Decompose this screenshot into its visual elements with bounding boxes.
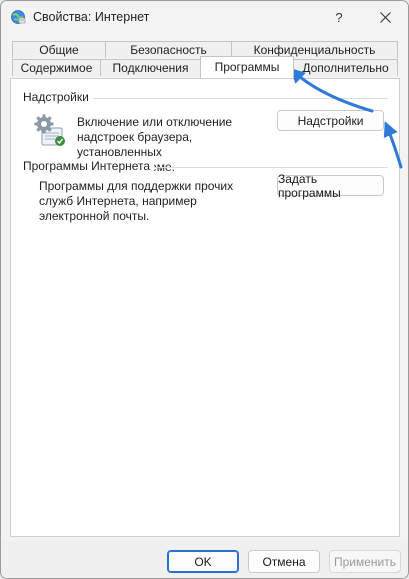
- tab-strip: Общие Безопасность Конфиденциальность Со…: [10, 41, 399, 81]
- addons-description-line: Включение или отключение: [77, 115, 233, 129]
- tab-content[interactable]: Содержимое: [12, 59, 101, 76]
- internet-programs-description-line: служб Интернета, например: [39, 194, 197, 208]
- programs-tab-panel: Надстройки Включение или отключение надс…: [10, 78, 400, 537]
- internet-programs-description-line: электронной почты.: [39, 209, 150, 223]
- tab-general[interactable]: Общие: [12, 41, 106, 58]
- internet-programs-description-line: Программы для поддержки прочих: [39, 179, 234, 193]
- gear-icon: [34, 114, 65, 146]
- title-bar[interactable]: Свойства: Интернет ?: [1, 1, 408, 34]
- dialog-footer: OK Отмена Применить: [1, 541, 408, 578]
- internet-programs-description: Программы для поддержки прочих служб Инт…: [39, 179, 269, 224]
- tab-programs[interactable]: Программы: [200, 56, 294, 78]
- internet-properties-window: Свойства: Интернет ? Общие Безопасность …: [0, 0, 409, 579]
- close-button[interactable]: [362, 1, 408, 34]
- addons-group-title: Надстройки: [23, 90, 93, 104]
- help-button[interactable]: ?: [316, 1, 362, 34]
- apply-button[interactable]: Применить: [329, 550, 401, 573]
- manage-addons-button[interactable]: Надстройки: [277, 110, 384, 131]
- close-icon: [379, 12, 391, 23]
- set-programs-button[interactable]: Задать программы: [277, 172, 384, 200]
- internet-programs-group-title: Программы Интернета: [23, 159, 155, 173]
- ok-button[interactable]: OK: [167, 550, 239, 573]
- tab-connections[interactable]: Подключения: [100, 59, 201, 76]
- window-title: Свойства: Интернет: [33, 10, 150, 24]
- cancel-button[interactable]: Отмена: [248, 550, 320, 573]
- help-icon: ?: [335, 10, 343, 25]
- tab-advanced[interactable]: Дополнительно: [293, 59, 398, 76]
- internet-globe-icon: [11, 10, 26, 24]
- addons-description-line: надстроек браузера, установленных: [77, 130, 193, 159]
